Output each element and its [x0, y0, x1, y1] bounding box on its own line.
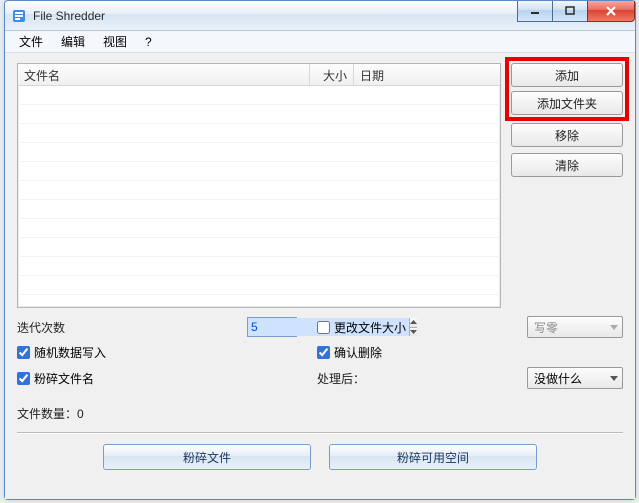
shred-files-button[interactable]: 粉碎文件 — [103, 444, 311, 470]
column-size[interactable]: 大小 — [310, 64, 354, 85]
title-bar[interactable]: File Shredder — [5, 1, 635, 31]
shred-name-checkbox[interactable]: 粉碎文件名 — [17, 370, 247, 387]
remove-button[interactable]: 移除 — [511, 123, 623, 147]
change-size-checkbox[interactable]: 更改文件大小 — [317, 319, 527, 336]
confirm-delete-label: 确认删除 — [334, 344, 382, 361]
shred-freespace-button[interactable]: 粉碎可用空间 — [329, 444, 537, 470]
file-count: 文件数量：0 — [17, 405, 623, 422]
app-window: File Shredder 文件 编辑 视图 ? 文件名 — [4, 0, 636, 500]
overwrite-method-select[interactable]: 写零 — [527, 316, 623, 338]
file-list[interactable]: 文件名 大小 日期 — [17, 63, 501, 308]
shred-name-input[interactable] — [17, 372, 30, 385]
list-item — [18, 86, 500, 105]
list-item — [18, 124, 500, 143]
list-item — [18, 238, 500, 257]
menu-view[interactable]: 视图 — [95, 31, 135, 52]
add-folder-button[interactable]: 添加文件夹 — [511, 91, 623, 115]
content-area: 文件名 大小 日期 — [5, 53, 635, 499]
after-label: 处理后： — [317, 370, 527, 387]
minimize-button[interactable] — [517, 1, 553, 22]
menu-edit[interactable]: 编辑 — [53, 31, 93, 52]
list-item — [18, 162, 500, 181]
random-write-checkbox[interactable]: 随机数据写入 — [17, 344, 247, 361]
list-item — [18, 276, 500, 295]
confirm-delete-checkbox[interactable]: 确认删除 — [317, 344, 527, 361]
list-item — [18, 181, 500, 200]
after-action-value: 没做什么 — [534, 370, 582, 387]
list-item — [18, 200, 500, 219]
file-list-body — [18, 86, 500, 307]
clear-button[interactable]: 清除 — [511, 153, 623, 177]
list-item — [18, 105, 500, 124]
side-buttons: 添加 添加文件夹 移除 清除 — [511, 63, 623, 308]
menu-help[interactable]: ? — [137, 33, 160, 51]
iterations-stepper[interactable] — [247, 317, 297, 337]
window-title: File Shredder — [33, 9, 105, 23]
random-write-label: 随机数据写入 — [34, 344, 106, 361]
iterations-label: 迭代次数 — [17, 319, 247, 336]
maximize-button[interactable] — [552, 1, 588, 22]
list-item — [18, 219, 500, 238]
overwrite-method-value: 写零 — [534, 319, 558, 336]
list-item — [18, 257, 500, 276]
app-icon — [11, 8, 27, 24]
confirm-delete-input[interactable] — [317, 346, 330, 359]
separator — [17, 432, 623, 434]
shred-name-label: 粉碎文件名 — [34, 370, 94, 387]
after-action-select[interactable]: 没做什么 — [527, 367, 623, 389]
minimize-icon — [530, 6, 540, 16]
menu-file[interactable]: 文件 — [11, 31, 51, 52]
close-icon — [605, 6, 617, 16]
change-size-input[interactable] — [317, 321, 330, 334]
list-item — [18, 143, 500, 162]
close-button[interactable] — [587, 1, 635, 22]
change-size-label: 更改文件大小 — [334, 319, 406, 336]
file-list-header: 文件名 大小 日期 — [18, 64, 500, 86]
random-write-input[interactable] — [17, 346, 30, 359]
highlight-annotation: 添加 添加文件夹 — [505, 57, 629, 121]
chevron-down-icon — [610, 325, 618, 330]
column-name[interactable]: 文件名 — [18, 64, 310, 85]
chevron-down-icon — [610, 376, 618, 381]
add-button[interactable]: 添加 — [511, 63, 623, 87]
maximize-icon — [565, 6, 575, 16]
column-date[interactable]: 日期 — [354, 64, 500, 85]
menu-bar: 文件 编辑 视图 ? — [5, 31, 635, 53]
